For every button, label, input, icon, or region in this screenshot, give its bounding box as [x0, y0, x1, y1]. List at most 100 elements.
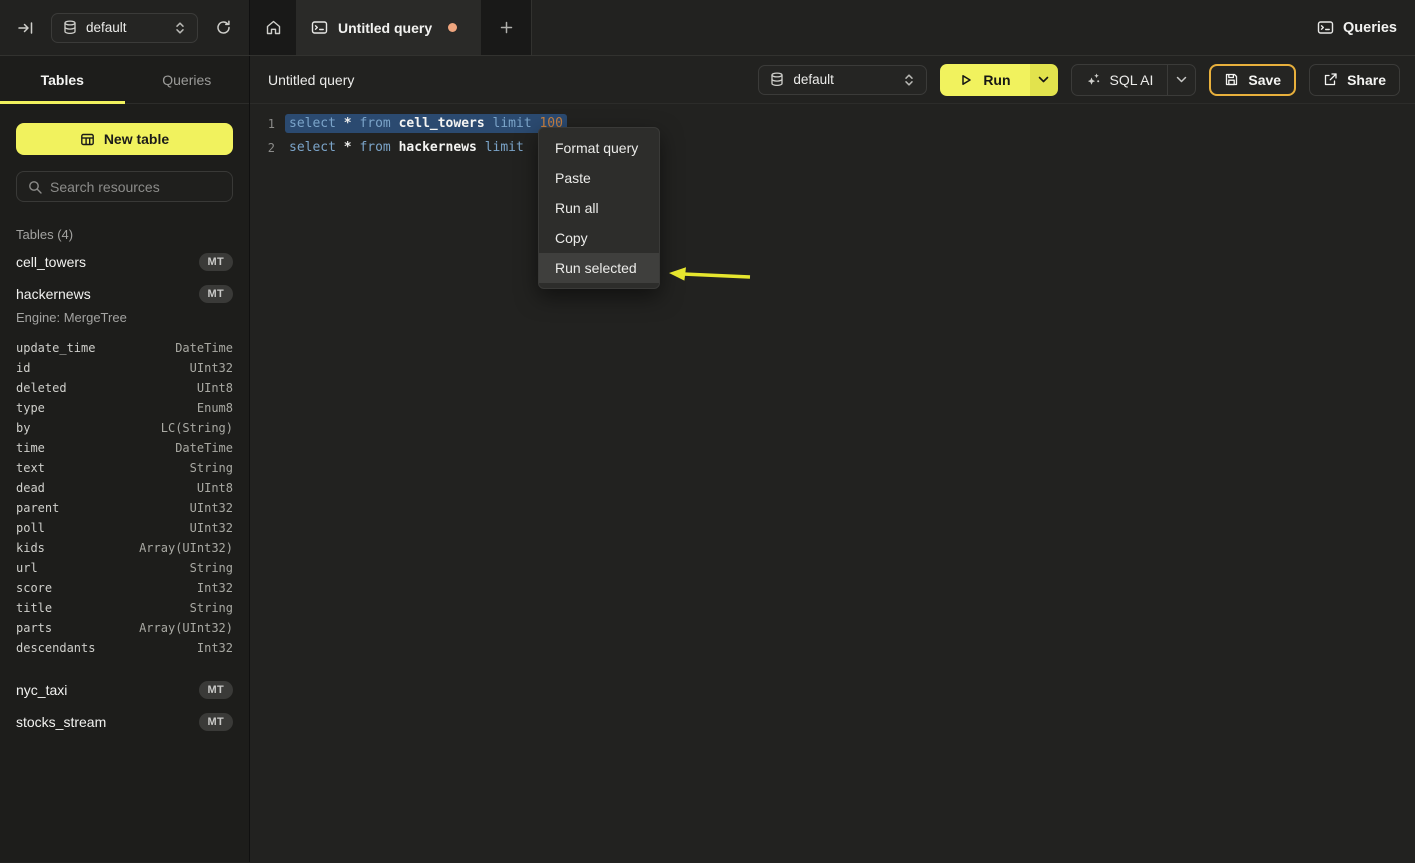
annotation-arrow [668, 264, 754, 286]
sparkles-icon [1086, 72, 1101, 87]
code-selection: select * from cell_towers limit 100 [285, 114, 567, 133]
code-line[interactable]: 2select * from hackernews limit [250, 136, 1415, 160]
queries-terminal-icon [1317, 20, 1334, 35]
new-table-button[interactable]: New table [16, 123, 233, 155]
sidebar-tabs: Tables Queries [0, 56, 249, 104]
search-icon [28, 180, 42, 194]
column-name: poll [16, 521, 45, 535]
tab-title: Untitled query [338, 20, 432, 36]
share-button[interactable]: Share [1309, 64, 1400, 96]
column-row: textString [16, 458, 233, 478]
unsaved-changes-dot [448, 23, 457, 32]
play-icon [959, 73, 973, 87]
menu-item-run-all[interactable]: Run all [539, 193, 659, 223]
line-content: select * from cell_towers limit 100 [289, 112, 563, 136]
sidebar: Tables Queries New table Tabl [0, 56, 250, 862]
share-icon [1323, 72, 1338, 87]
top-bar: default [0, 0, 1415, 56]
sidebar-tab-tables[interactable]: Tables [0, 56, 125, 103]
table-grid-icon [80, 132, 95, 147]
home-tab-button[interactable] [250, 0, 296, 55]
table-row[interactable]: cell_towersMT [0, 246, 249, 278]
tab-strip: Untitled query [250, 0, 531, 55]
editor-database-value: default [793, 72, 834, 87]
menu-item-run-selected[interactable]: Run selected [539, 253, 659, 283]
new-tab-button[interactable] [481, 0, 531, 55]
engine-badge: MT [199, 285, 233, 303]
top-bar-right: Queries [531, 0, 1415, 55]
column-row: partsArray(UInt32) [16, 618, 233, 638]
column-row: parent UInt32 [16, 498, 233, 518]
collapse-sidebar-button[interactable] [13, 16, 38, 40]
save-button[interactable]: Save [1209, 64, 1296, 96]
column-type: UInt32 [190, 361, 233, 375]
chevron-updown-icon [903, 73, 915, 87]
topbar-database-value: default [86, 20, 127, 35]
refresh-icon [215, 19, 232, 36]
engine-badge: MT [199, 253, 233, 271]
code-line[interactable]: 1 select * from cell_towers limit 100 [250, 112, 1415, 136]
new-table-label: New table [104, 131, 169, 147]
engine-badge: MT [199, 713, 233, 731]
editor-database-select[interactable]: default [758, 65, 927, 95]
sql-ai-split-button: SQL AI [1071, 64, 1197, 96]
queries-button[interactable]: Queries [1317, 20, 1397, 36]
sidebar-tab-queries[interactable]: Queries [125, 56, 250, 103]
chevron-down-icon [1176, 76, 1187, 84]
run-button[interactable]: Run [940, 64, 1029, 96]
engine-badge: MT [199, 681, 233, 699]
editor-toolbar-controls: default Run [758, 64, 1400, 96]
column-name: update_time [16, 341, 95, 355]
table-columns: update_time DateTime id UInt32 deletedUInt8 t… [0, 334, 249, 674]
line-number: 1 [250, 112, 275, 136]
code-editor[interactable]: 1 select * from cell_towers limit 1002sel… [250, 104, 1415, 862]
column-row: deadUInt8 [16, 478, 233, 498]
menu-item-copy[interactable]: Copy [539, 223, 659, 253]
table-row[interactable]: stocks_streamMT [0, 706, 249, 738]
column-row: deletedUInt8 [16, 378, 233, 398]
column-row: descendantsInt32 [16, 638, 233, 658]
column-name: descendants [16, 641, 95, 655]
search-input[interactable] [50, 179, 231, 195]
column-row: id UInt32 [16, 358, 233, 378]
column-name: by [16, 421, 30, 435]
code-lines: 1 select * from cell_towers limit 1002sel… [250, 112, 1415, 160]
column-type: String [190, 601, 233, 615]
column-type: String [190, 461, 233, 475]
table-list: cell_towersMThackernewsMTEngine: MergeTr… [0, 246, 249, 738]
tab-untitled-query[interactable]: Untitled query [296, 0, 481, 55]
column-type: UInt32 [190, 501, 233, 515]
column-name: url [16, 561, 38, 575]
sidebar-tab-tables-label: Tables [41, 72, 84, 88]
column-name: time [16, 441, 45, 455]
column-row: time DateTime [16, 438, 233, 458]
sql-ai-options-button[interactable] [1167, 65, 1195, 95]
line-number: 2 [250, 136, 275, 160]
chevron-updown-icon [174, 21, 186, 35]
column-type: Array(UInt32) [139, 621, 233, 635]
refresh-button[interactable] [211, 15, 236, 40]
share-button-label: Share [1347, 72, 1386, 88]
chevron-down-icon [1038, 76, 1049, 84]
table-row[interactable]: hackernewsMT [0, 278, 249, 310]
sql-ai-button[interactable]: SQL AI [1072, 65, 1168, 95]
editor-pane: Untitled query default [250, 56, 1415, 862]
topbar-database-select[interactable]: default [51, 13, 198, 43]
editor-toolbar: Untitled query default [250, 56, 1415, 104]
collapse-sidebar-icon [17, 20, 34, 36]
column-name: id [16, 361, 30, 375]
menu-item-paste[interactable]: Paste [539, 163, 659, 193]
table-row[interactable]: nyc_taxiMT [0, 674, 249, 706]
top-bar-left: default [0, 0, 250, 55]
column-type: Enum8 [197, 401, 233, 415]
menu-item-format-query[interactable]: Format query [539, 133, 659, 163]
save-icon [1224, 72, 1239, 87]
home-icon [265, 19, 282, 36]
column-name: score [16, 581, 52, 595]
column-type: DateTime [175, 441, 233, 455]
column-row: scoreInt32 [16, 578, 233, 598]
column-type: Array(UInt32) [139, 541, 233, 555]
run-options-button[interactable] [1030, 64, 1058, 96]
column-name: kids [16, 541, 45, 555]
column-name: parent [16, 501, 59, 515]
